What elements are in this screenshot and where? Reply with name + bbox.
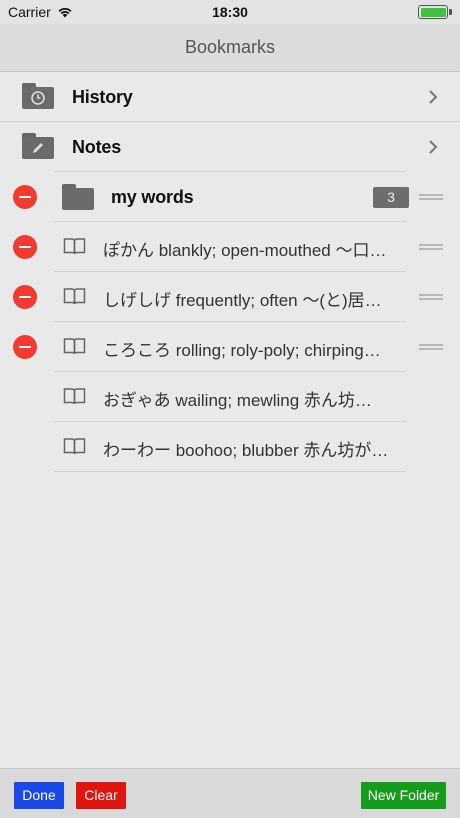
item-text: しげしげ frequently; often 〜(と)居… bbox=[103, 291, 382, 310]
notes-folder-icon bbox=[22, 133, 54, 159]
status-time: 18:30 bbox=[212, 4, 248, 20]
delete-button[interactable] bbox=[13, 335, 37, 359]
reorder-handle-icon[interactable] bbox=[419, 244, 443, 252]
history-label: History bbox=[72, 87, 133, 107]
nav-bar: Bookmarks bbox=[0, 24, 460, 72]
clear-button[interactable]: Clear bbox=[76, 782, 126, 809]
book-icon bbox=[63, 338, 86, 355]
list-item[interactable]: ぽかん blankly; open-mouthed 〜口… bbox=[0, 222, 460, 272]
book-icon bbox=[63, 288, 86, 305]
count-badge: 3 bbox=[373, 187, 409, 208]
list-item[interactable]: わーわー boohoo; blubber 赤ん坊が… bbox=[0, 422, 460, 472]
my-words-label: my words bbox=[111, 187, 194, 207]
chevron-right-icon bbox=[429, 140, 438, 154]
reorder-handle-icon[interactable] bbox=[419, 194, 443, 202]
item-text: わーわー boohoo; blubber 赤ん坊が… bbox=[103, 441, 389, 460]
item-text: おぎゃあ wailing; mewling 赤ん坊… bbox=[103, 391, 372, 410]
item-text: ころころ rolling; roly-poly; chirping… bbox=[103, 341, 381, 360]
delete-button[interactable] bbox=[13, 285, 37, 309]
delete-button[interactable] bbox=[13, 235, 37, 259]
bottom-toolbar: Done Clear New Folder bbox=[0, 768, 460, 818]
notes-row[interactable]: Notes bbox=[0, 122, 460, 172]
bookmark-list: History Notes my words 3 ぽかん blankly; op… bbox=[0, 72, 460, 472]
clock-icon bbox=[31, 91, 45, 105]
item-text: ぽかん blankly; open-mouthed 〜口… bbox=[103, 241, 387, 260]
history-folder-icon bbox=[22, 83, 54, 109]
reorder-handle-icon[interactable] bbox=[419, 344, 443, 352]
book-icon bbox=[63, 388, 86, 405]
notes-label: Notes bbox=[72, 137, 122, 157]
list-item[interactable]: しげしげ frequently; often 〜(と)居… bbox=[0, 272, 460, 322]
delete-button[interactable] bbox=[13, 185, 37, 209]
chevron-right-icon bbox=[429, 90, 438, 104]
battery-icon bbox=[418, 5, 448, 19]
book-icon bbox=[63, 238, 86, 255]
new-folder-button[interactable]: New Folder bbox=[361, 782, 446, 809]
book-icon bbox=[63, 438, 86, 455]
my-words-folder-icon bbox=[62, 184, 94, 210]
done-button[interactable]: Done bbox=[14, 782, 64, 809]
list-item[interactable]: おぎゃあ wailing; mewling 赤ん坊… bbox=[0, 372, 460, 422]
status-bar: Carrier 18:30 bbox=[0, 0, 460, 24]
my-words-row[interactable]: my words 3 bbox=[0, 172, 460, 222]
list-item[interactable]: ころころ rolling; roly-poly; chirping… bbox=[0, 322, 460, 372]
page-title: Bookmarks bbox=[184, 37, 276, 57]
pencil-icon bbox=[33, 143, 43, 153]
reorder-handle-icon[interactable] bbox=[419, 294, 443, 302]
history-row[interactable]: History bbox=[0, 72, 460, 122]
